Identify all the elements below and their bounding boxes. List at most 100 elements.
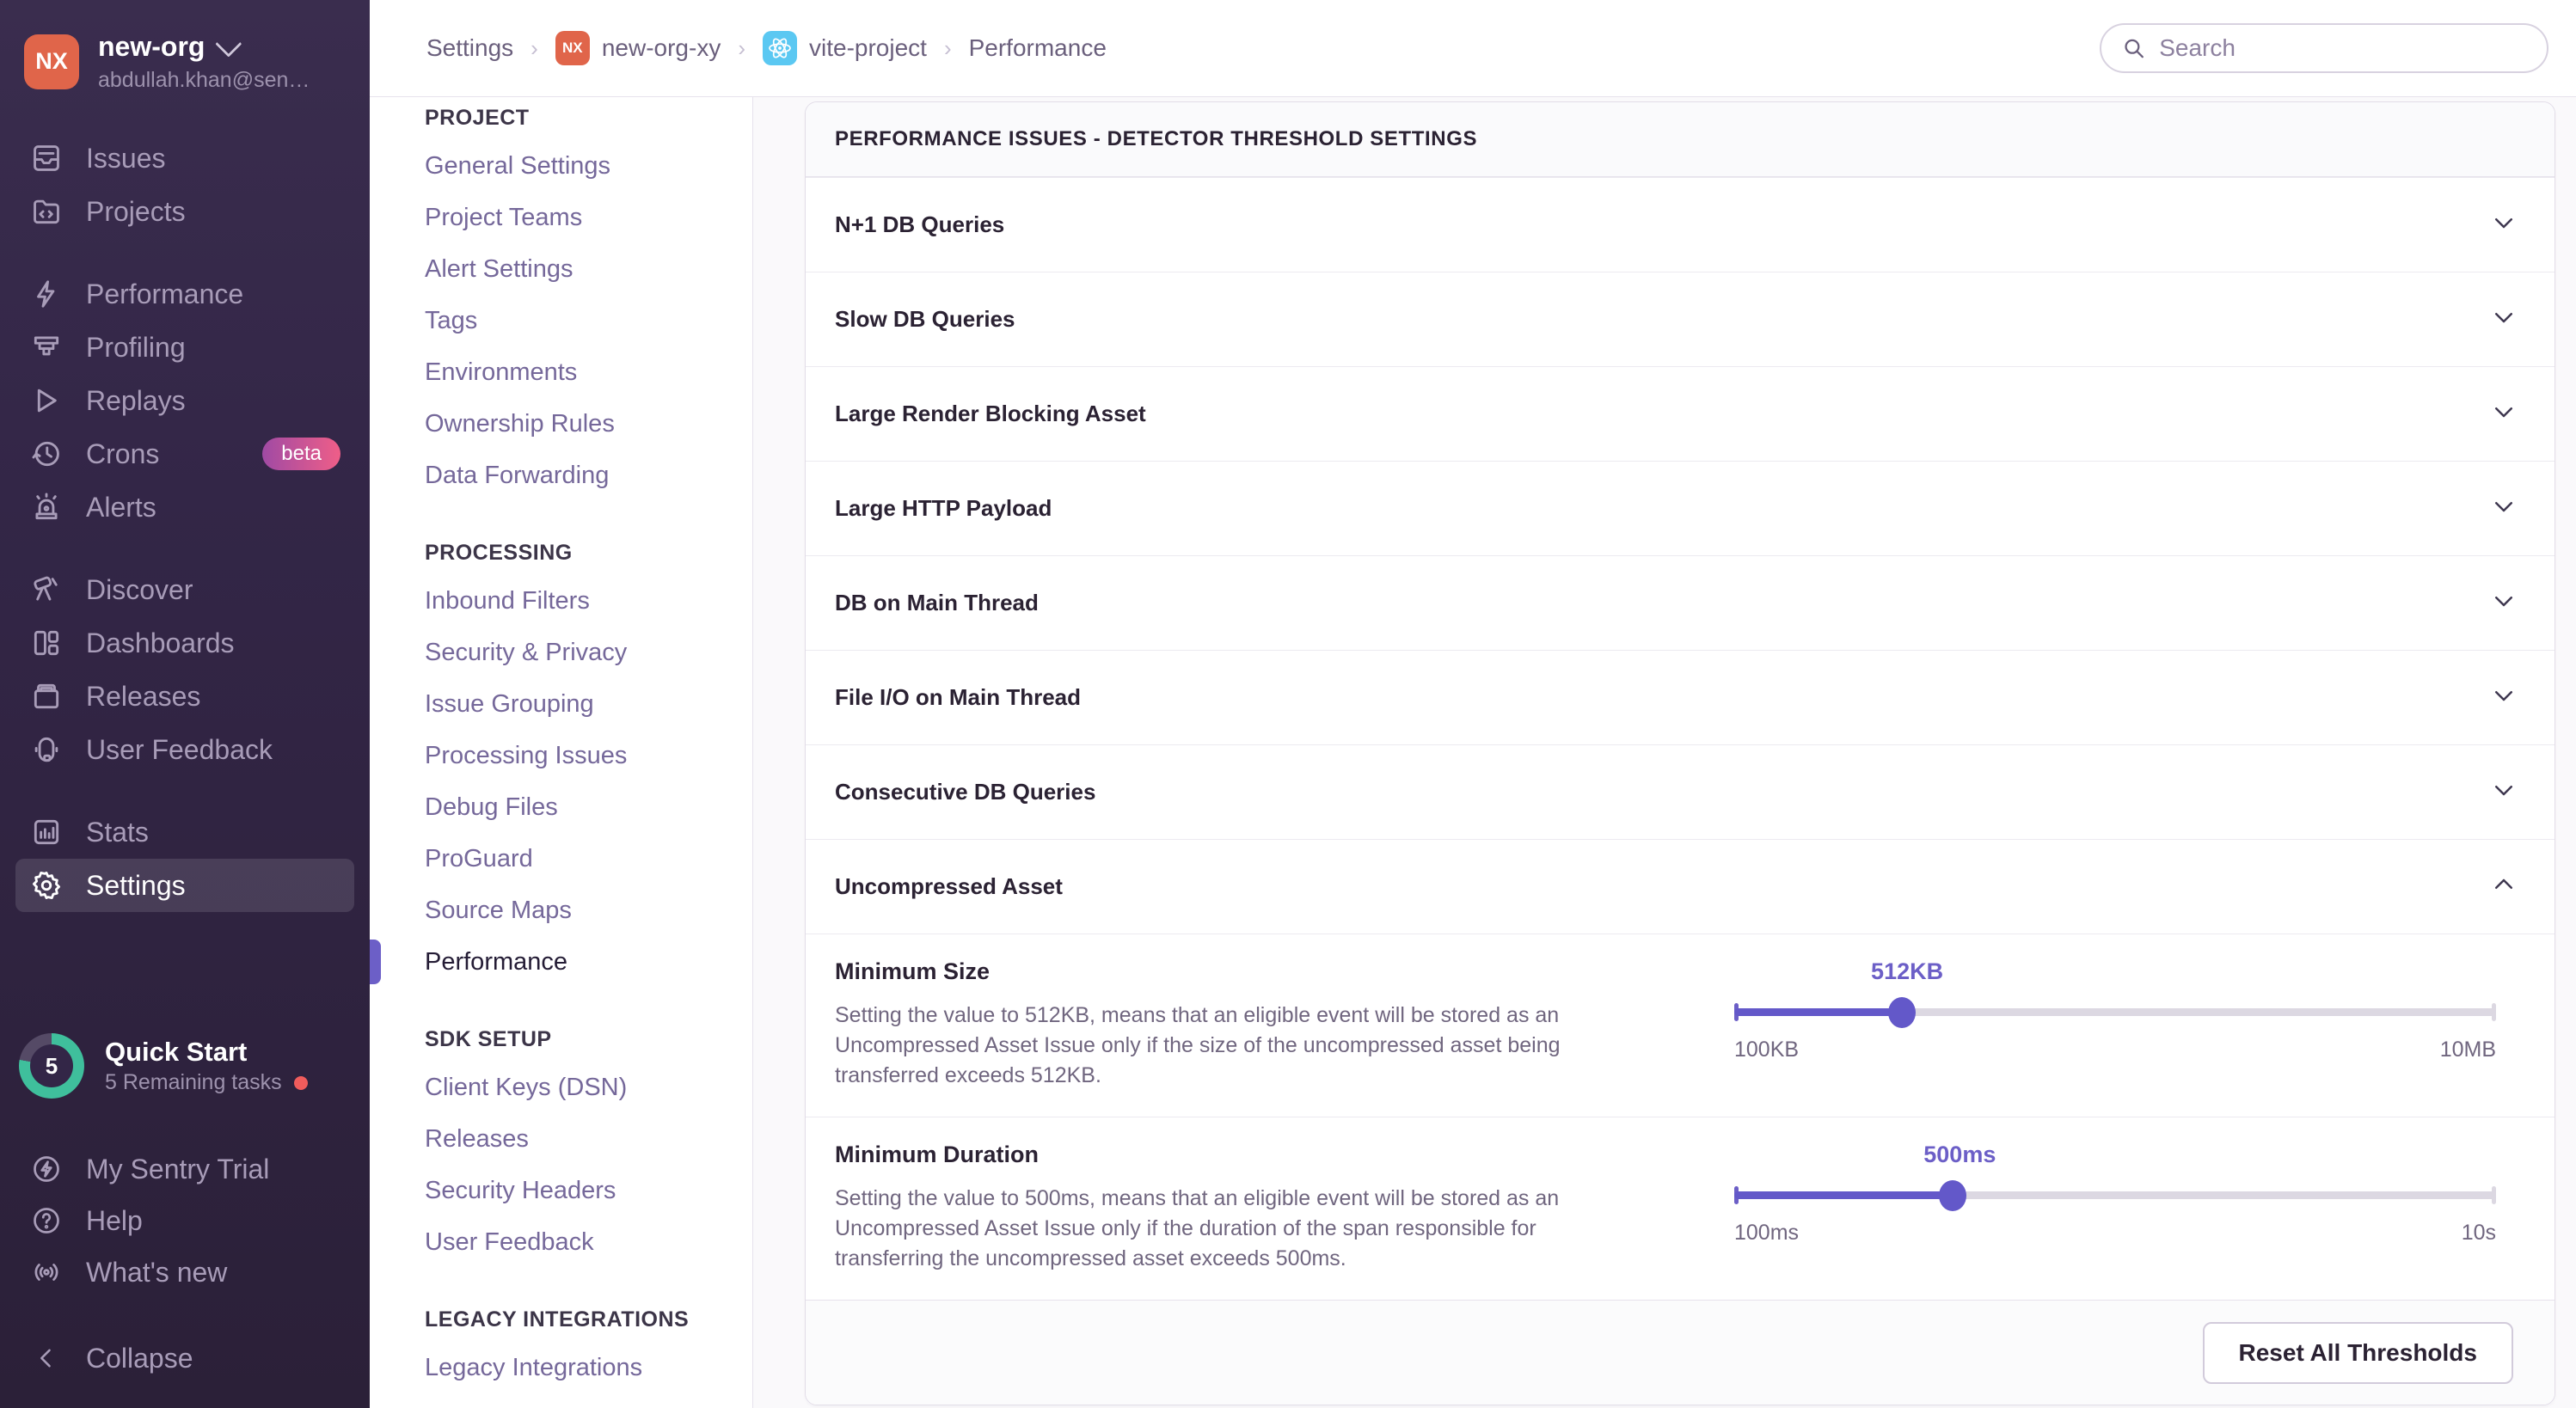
detector-row-uncompressed-asset[interactable]: Uncompressed Asset [806, 839, 2555, 934]
settings-nav-section-title: PROCESSING [370, 530, 752, 575]
settings-nav-security-privacy[interactable]: Security & Privacy [370, 627, 752, 678]
settings-nav-ownership-rules[interactable]: Ownership Rules [370, 398, 752, 450]
slider-track[interactable] [1734, 1191, 2496, 1199]
settings-nav-source-maps[interactable]: Source Maps [370, 885, 752, 936]
sidebar-item-label: My Sentry Trial [86, 1154, 269, 1185]
settings-nav-performance[interactable]: Performance [370, 936, 752, 988]
settings-nav-alert-settings[interactable]: Alert Settings [370, 243, 752, 295]
performance-icon [29, 277, 64, 311]
settings-nav-debug-files[interactable]: Debug Files [370, 781, 752, 833]
sidebar-item-user-feedback[interactable]: User Feedback [15, 723, 354, 776]
releases-icon [29, 679, 64, 713]
sidebar-item-label: Settings [86, 870, 186, 902]
detector-row-slow-db-queries[interactable]: Slow DB Queries [806, 272, 2555, 366]
trial-lightning-icon [29, 1152, 64, 1186]
sidebar-item-projects[interactable]: Projects [15, 185, 354, 238]
quick-start-title: Quick Start [105, 1037, 308, 1068]
panel-header: PERFORMANCE ISSUES - DETECTOR THRESHOLD … [806, 102, 2555, 177]
breadcrumb-settings[interactable]: Settings [426, 34, 513, 62]
breadcrumb: Settings › NX new-org-xy › [426, 31, 1107, 65]
org-name: new-org [98, 29, 205, 64]
broadcast-icon [29, 1255, 64, 1289]
settings-nav-project-teams[interactable]: Project Teams [370, 192, 752, 243]
sidebar-item-issues[interactable]: Issues [15, 132, 354, 185]
settings-nav-inbound-filters[interactable]: Inbound Filters [370, 575, 752, 627]
active-indicator-bar [370, 940, 381, 984]
breadcrumb-org[interactable]: NX new-org-xy [555, 31, 721, 65]
sidebar-item-label: Dashboards [86, 627, 235, 659]
minimum-size-description: Setting the value to 512KB, means that a… [835, 1001, 1609, 1091]
sidebar-item-help[interactable]: Help [15, 1195, 354, 1246]
slider-thumb[interactable] [1939, 1180, 1966, 1211]
sidebar-item-label: Help [86, 1205, 143, 1237]
detector-row-db-on-main-thread[interactable]: DB on Main Thread [806, 555, 2555, 650]
detector-row-large-http-payload[interactable]: Large HTTP Payload [806, 461, 2555, 555]
minimum-size-slider: 512KB 100KB 10MB [1734, 958, 2520, 1087]
slider-thumb[interactable] [1888, 997, 1916, 1028]
detector-row-n-plus-one-db-queries[interactable]: N+1 DB Queries [806, 177, 2555, 272]
sidebar-item-label: Discover [86, 574, 193, 606]
sidebar-item-label: Releases [86, 681, 200, 713]
sidebar-item-label: Performance [86, 279, 243, 310]
notification-dot [294, 1076, 308, 1090]
breadcrumb-project[interactable]: vite-project [763, 31, 927, 65]
dashboards-icon [29, 626, 64, 660]
detector-row-file-io-on-main-thread[interactable]: File I/O on Main Thread [806, 650, 2555, 744]
settings-nav-legacy-integrations[interactable]: Legacy Integrations [370, 1342, 752, 1393]
collapse-label: Collapse [86, 1343, 193, 1374]
stats-icon [29, 815, 64, 849]
settings-nav-issue-grouping[interactable]: Issue Grouping [370, 678, 752, 730]
settings-nav-data-forwarding[interactable]: Data Forwarding [370, 450, 752, 501]
org-badge-icon: NX [555, 31, 590, 65]
sidebar-item-discover[interactable]: Discover [15, 563, 354, 616]
sidebar-nav: Issues Projects Performance Profiling Re… [15, 132, 354, 912]
chevron-down-icon [2491, 304, 2517, 334]
sidebar-item-settings[interactable]: Settings [15, 859, 354, 912]
sidebar-collapse-button[interactable]: Collapse [15, 1332, 354, 1384]
sidebar-item-dashboards[interactable]: Dashboards [15, 616, 354, 670]
settings-nav-proguard[interactable]: ProGuard [370, 833, 752, 885]
settings-nav-releases[interactable]: Releases [370, 1113, 752, 1165]
sidebar-item-performance[interactable]: Performance [15, 267, 354, 321]
detector-row-large-render-blocking-asset[interactable]: Large Render Blocking Asset [806, 366, 2555, 461]
sidebar-item-alerts[interactable]: Alerts [15, 481, 354, 534]
settings-nav-tags[interactable]: Tags [370, 295, 752, 346]
projects-icon [29, 194, 64, 229]
slider-value-label: 500ms [1923, 1142, 1996, 1168]
search-box[interactable] [2100, 23, 2548, 73]
settings-nav-environments[interactable]: Environments [370, 346, 752, 398]
discover-icon [29, 572, 64, 607]
sidebar-item-replays[interactable]: Replays [15, 374, 354, 427]
org-switcher[interactable]: NX new-org abdullah.khan@sen… [15, 29, 354, 94]
settings-nav-security-headers[interactable]: Security Headers [370, 1165, 752, 1216]
quick-start[interactable]: 5 Quick Start 5 Remaining tasks [15, 1033, 354, 1099]
sidebar-item-crons[interactable]: Crons beta [15, 427, 354, 481]
settings-nav-section-title: LEGACY INTEGRATIONS [370, 1297, 752, 1342]
settings-nav-general-settings[interactable]: General Settings [370, 140, 752, 192]
chevron-down-icon [2491, 210, 2517, 240]
help-icon [29, 1203, 64, 1238]
settings-nav-user-feedback[interactable]: User Feedback [370, 1216, 752, 1268]
breadcrumb-separator: › [738, 35, 745, 62]
gear-icon [29, 868, 64, 903]
sidebar-item-releases[interactable]: Releases [15, 670, 354, 723]
chevron-up-icon [2491, 872, 2517, 902]
settings-nav-processing-issues[interactable]: Processing Issues [370, 730, 752, 781]
beta-badge: beta [262, 438, 340, 470]
breadcrumb-separator: › [531, 35, 538, 62]
quick-start-progress-ring: 5 [19, 1033, 84, 1099]
sidebar-item-label: Replays [86, 385, 186, 417]
settings-nav-section-title: PROJECT [370, 97, 752, 140]
sidebar-item-my-sentry-trial[interactable]: My Sentry Trial [15, 1143, 354, 1195]
sidebar-item-profiling[interactable]: Profiling [15, 321, 354, 374]
search-input[interactable] [2159, 34, 2526, 62]
slider-track[interactable] [1734, 1008, 2496, 1016]
sidebar-item-whats-new[interactable]: What's new [15, 1246, 354, 1298]
top-bar: Settings › NX new-org-xy › [370, 0, 2576, 97]
panel-footer: Reset All Thresholds [806, 1300, 2555, 1405]
detector-row-consecutive-db-queries[interactable]: Consecutive DB Queries [806, 744, 2555, 839]
slider-min-label: 100KB [1734, 1038, 1799, 1062]
reset-all-thresholds-button[interactable]: Reset All Thresholds [2203, 1322, 2513, 1384]
settings-nav-client-keys[interactable]: Client Keys (DSN) [370, 1062, 752, 1113]
sidebar-item-stats[interactable]: Stats [15, 805, 354, 859]
